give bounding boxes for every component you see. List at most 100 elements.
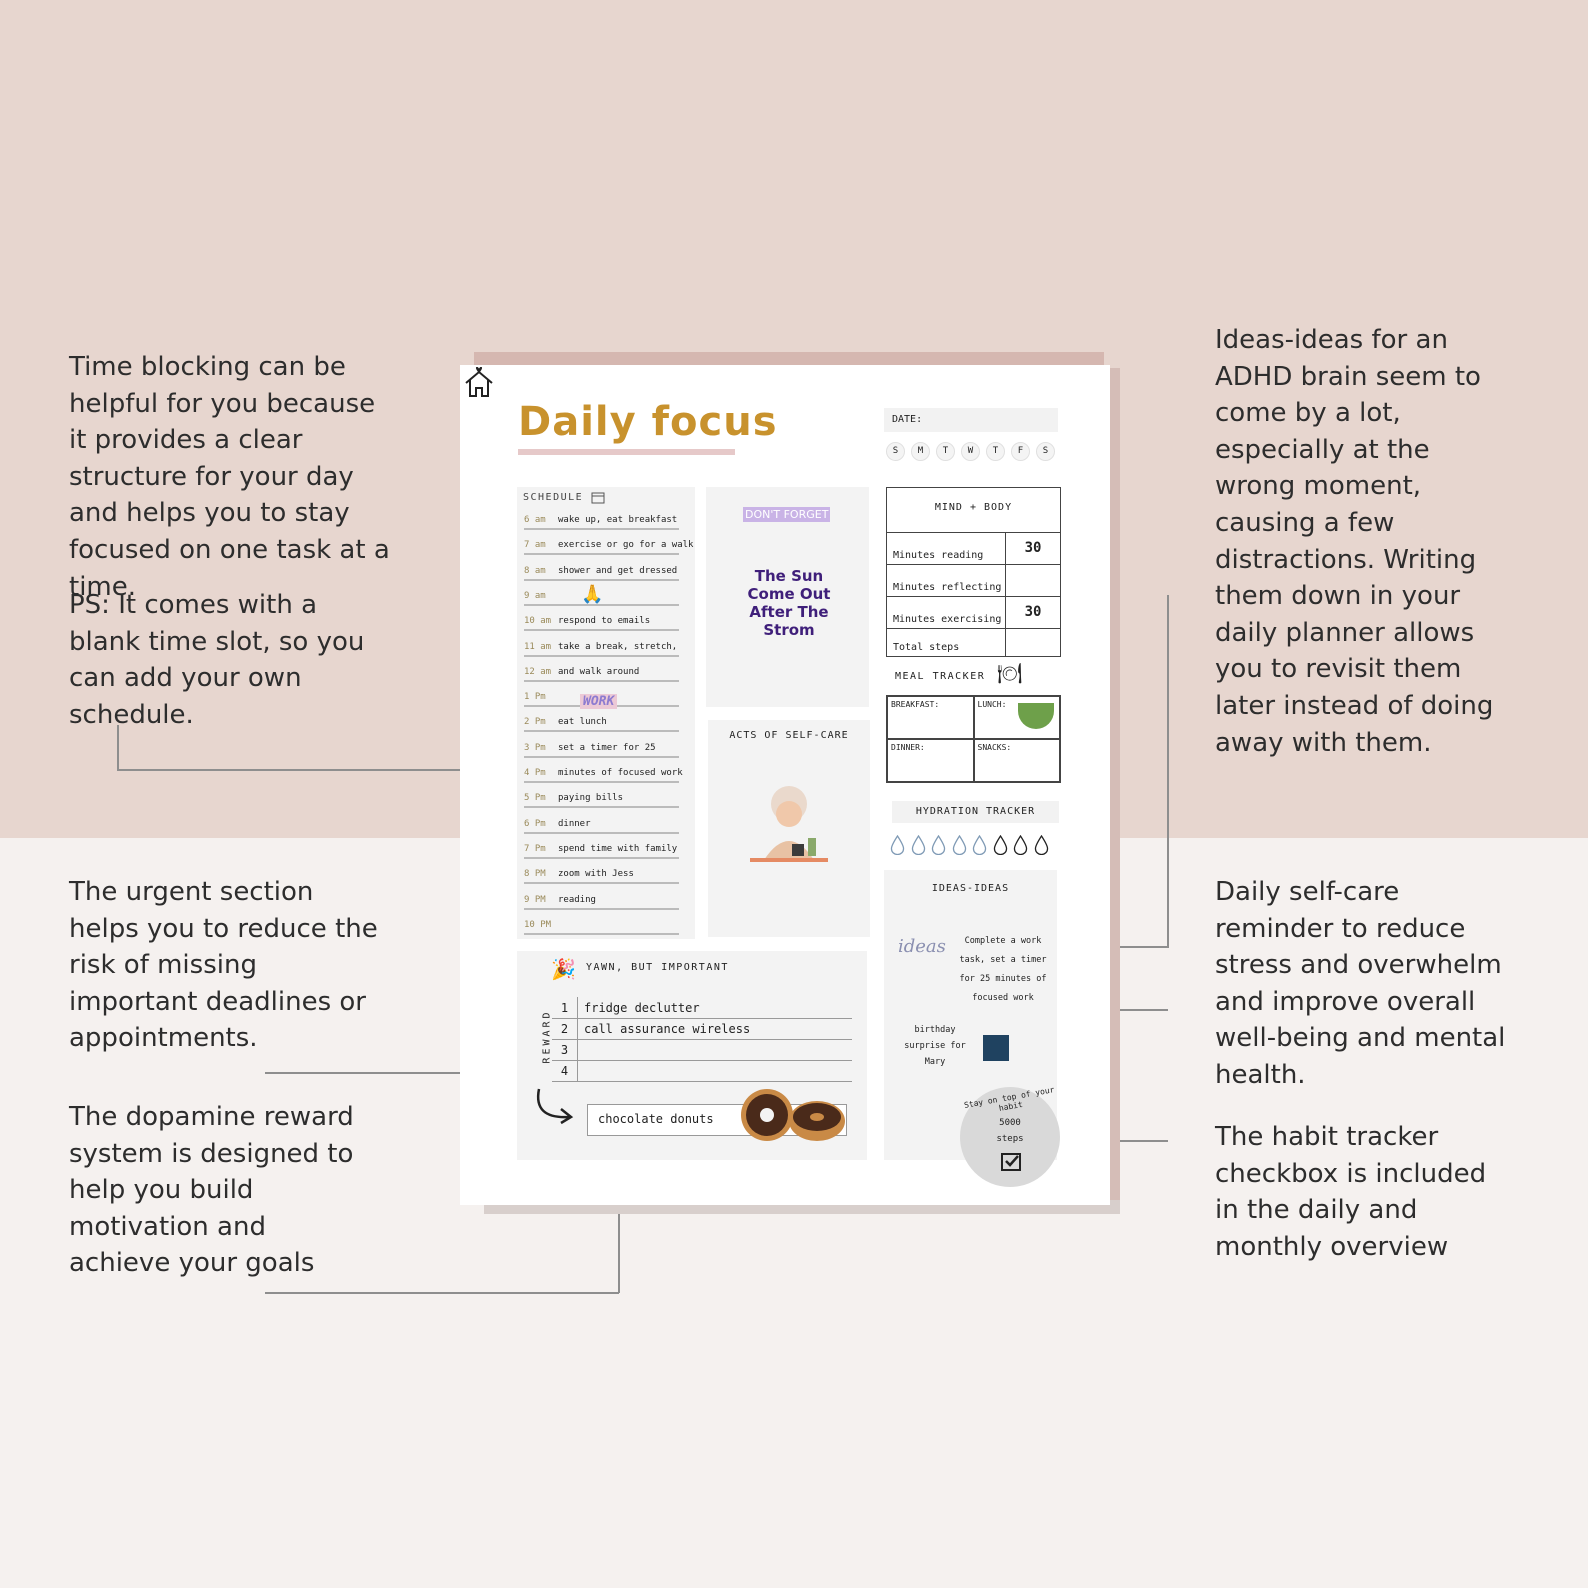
schedule-task: zoom with Jess xyxy=(558,869,634,880)
note-time-blocking: Time blocking can be helpful for you bec… xyxy=(69,352,390,602)
self-care-illustration xyxy=(750,786,828,862)
schedule-time: 8 PM xyxy=(524,869,546,880)
schedule-row[interactable]: 7 am exercise or go for a walk xyxy=(524,537,693,556)
day-tue[interactable]: T xyxy=(936,442,955,461)
schedule-row[interactable]: 9 PM reading xyxy=(524,892,679,910)
row-value[interactable]: 30 xyxy=(1005,533,1060,564)
praying-hands-icon: 🙏 xyxy=(581,584,604,605)
party-popper-icon: 🎉 xyxy=(551,957,576,981)
plate-icon: 🍽 xyxy=(997,661,1023,685)
note-habit: The habit tracker checkbox is included i… xyxy=(1215,1122,1487,1262)
note-self-care: Daily self-care reminder to reduce stres… xyxy=(1215,877,1506,1090)
schedule-task: dinner xyxy=(558,818,591,829)
water-drop-icon[interactable] xyxy=(993,835,1008,855)
idea-item: birthday surprise for Mary xyxy=(904,1025,966,1067)
urgent-row[interactable]: 1 fridge declutter xyxy=(552,997,852,1019)
urgent-text: call assurance wireless xyxy=(584,1022,751,1036)
schedule-task: paying bills xyxy=(558,793,624,804)
title-underline xyxy=(518,449,735,455)
water-drop-icon[interactable] xyxy=(1034,835,1049,855)
water-drop-filled-icon[interactable] xyxy=(911,835,926,855)
urgent-number: 4 xyxy=(552,1060,578,1081)
row-value[interactable] xyxy=(1005,629,1060,656)
day-sat[interactable]: S xyxy=(1036,442,1055,461)
schedule-time: 9 PM xyxy=(524,894,546,905)
meal-breakfast[interactable]: BREAKFAST: xyxy=(887,696,974,739)
schedule-task: respond to emails xyxy=(558,616,651,627)
water-drop-filled-icon[interactable] xyxy=(931,835,946,855)
schedule-row[interactable]: 4 Pm minutes of focused work xyxy=(524,765,683,783)
urgent-row[interactable]: 2 call assurance wireless xyxy=(552,1018,852,1040)
schedule-row[interactable]: 12 am and walk around xyxy=(524,664,679,682)
row-label: Minutes reflecting xyxy=(893,582,1002,593)
schedule-task: minutes of focused work xyxy=(558,768,683,778)
schedule-row[interactable]: 10 PM xyxy=(524,917,679,935)
schedule-row[interactable]: 8 am shower and get dressed xyxy=(524,563,679,581)
schedule-time: 5 Pm xyxy=(524,793,546,804)
schedule-task: and walk around xyxy=(558,666,640,677)
row-value[interactable]: 30 xyxy=(1005,597,1060,628)
idea-item: Complete a work task, set a timer for 25… xyxy=(959,936,1047,1003)
schedule-row[interactable]: 6 Pm dinner xyxy=(524,816,679,834)
schedule-row[interactable]: 3 Pm set a timer for 25 xyxy=(524,740,679,758)
schedule-row[interactable]: 2 Pm eat lunch xyxy=(524,714,679,733)
row-label: Minutes reading xyxy=(893,550,984,561)
schedule-row[interactable]: 6 am wake up, eat breakfast xyxy=(524,512,679,530)
schedule-time: 3 Pm xyxy=(524,742,546,753)
day-sun[interactable]: S xyxy=(886,442,905,461)
urgent-text: fridge declutter xyxy=(584,1001,700,1015)
row-value[interactable] xyxy=(1005,565,1060,596)
schedule-time: 12 am xyxy=(524,666,552,677)
self-care-label: ACTS OF SELF-CARE xyxy=(729,730,849,741)
day-mon[interactable]: M xyxy=(911,442,930,461)
habit-checkbox[interactable] xyxy=(1001,1153,1021,1171)
schedule-task: take a break, stretch, xyxy=(558,641,678,652)
meal-snacks[interactable]: SNACKS: xyxy=(973,739,1060,782)
water-drop-icon[interactable] xyxy=(1013,835,1028,855)
schedule-time: 11 am xyxy=(524,641,552,652)
urgent-row[interactable]: 3 xyxy=(552,1039,852,1061)
schedule-task: reading xyxy=(558,894,596,905)
row-label: Minutes exercising xyxy=(893,614,1002,625)
day-wed[interactable]: W xyxy=(961,442,980,461)
home-icon[interactable] xyxy=(463,367,495,399)
ideas-doodle: ideas xyxy=(898,936,946,957)
schedule-time: 6 Pm xyxy=(524,818,546,829)
day-fri[interactable]: F xyxy=(1011,442,1030,461)
day-thu[interactable]: T xyxy=(986,442,1005,461)
note-dopamine: The dopamine reward system is designed t… xyxy=(69,1102,354,1279)
urgent-panel: 🎉 YAWN, BUT IMPORTANT REWARD 1 fridge dec… xyxy=(517,951,867,1160)
reward-side-label: REWARD xyxy=(541,1009,553,1064)
work-sticker: WORK xyxy=(580,694,618,709)
schedule-task: spend time with family xyxy=(558,843,678,854)
schedule-row[interactable]: 8 PM zoom with Jess xyxy=(524,866,679,885)
water-drop-filled-icon[interactable] xyxy=(890,835,905,855)
urgent-text xyxy=(578,1043,584,1057)
habit-tracker: Stay on top of your habit 5000 steps xyxy=(960,1085,1060,1187)
planner-page: Daily focus DATE: SMTWTFS SCHEDULE 6 am w… xyxy=(460,365,1110,1205)
page-shadow xyxy=(474,352,1104,366)
dont-forget-label: DON'T FORGET xyxy=(743,507,831,522)
schedule-row[interactable]: 5 Pm paying bills xyxy=(524,790,679,809)
connector xyxy=(1167,595,1169,948)
schedule-label: SCHEDULE xyxy=(523,492,584,503)
dont-forget-panel: DON'T FORGET The Sun Come Out After The … xyxy=(706,487,869,707)
urgent-row[interactable]: 4 xyxy=(552,1060,852,1082)
date-field[interactable]: DATE: xyxy=(884,408,1058,432)
schedule-row[interactable]: 10 am respond to emails xyxy=(524,613,679,632)
urgent-number: 3 xyxy=(552,1039,578,1060)
schedule-time: 7 am xyxy=(524,540,546,551)
connector xyxy=(265,1072,460,1074)
schedule-row[interactable]: 11 am take a break, stretch, xyxy=(524,639,679,657)
water-drop-filled-icon[interactable] xyxy=(972,835,987,855)
mind-body-label: MIND + BODY xyxy=(934,502,1013,513)
schedule-task: eat lunch xyxy=(558,717,607,728)
water-drop-filled-icon[interactable] xyxy=(952,835,967,855)
urgent-number: 1 xyxy=(552,997,578,1018)
urgent-text xyxy=(578,1064,584,1078)
connector xyxy=(265,1292,619,1294)
schedule-time: 6 am xyxy=(524,515,546,525)
meal-dinner[interactable]: DINNER: xyxy=(887,739,974,782)
schedule-row[interactable]: 7 Pm spend time with family xyxy=(524,841,679,859)
mind-body-row: Minutes reflecting xyxy=(887,564,1060,596)
